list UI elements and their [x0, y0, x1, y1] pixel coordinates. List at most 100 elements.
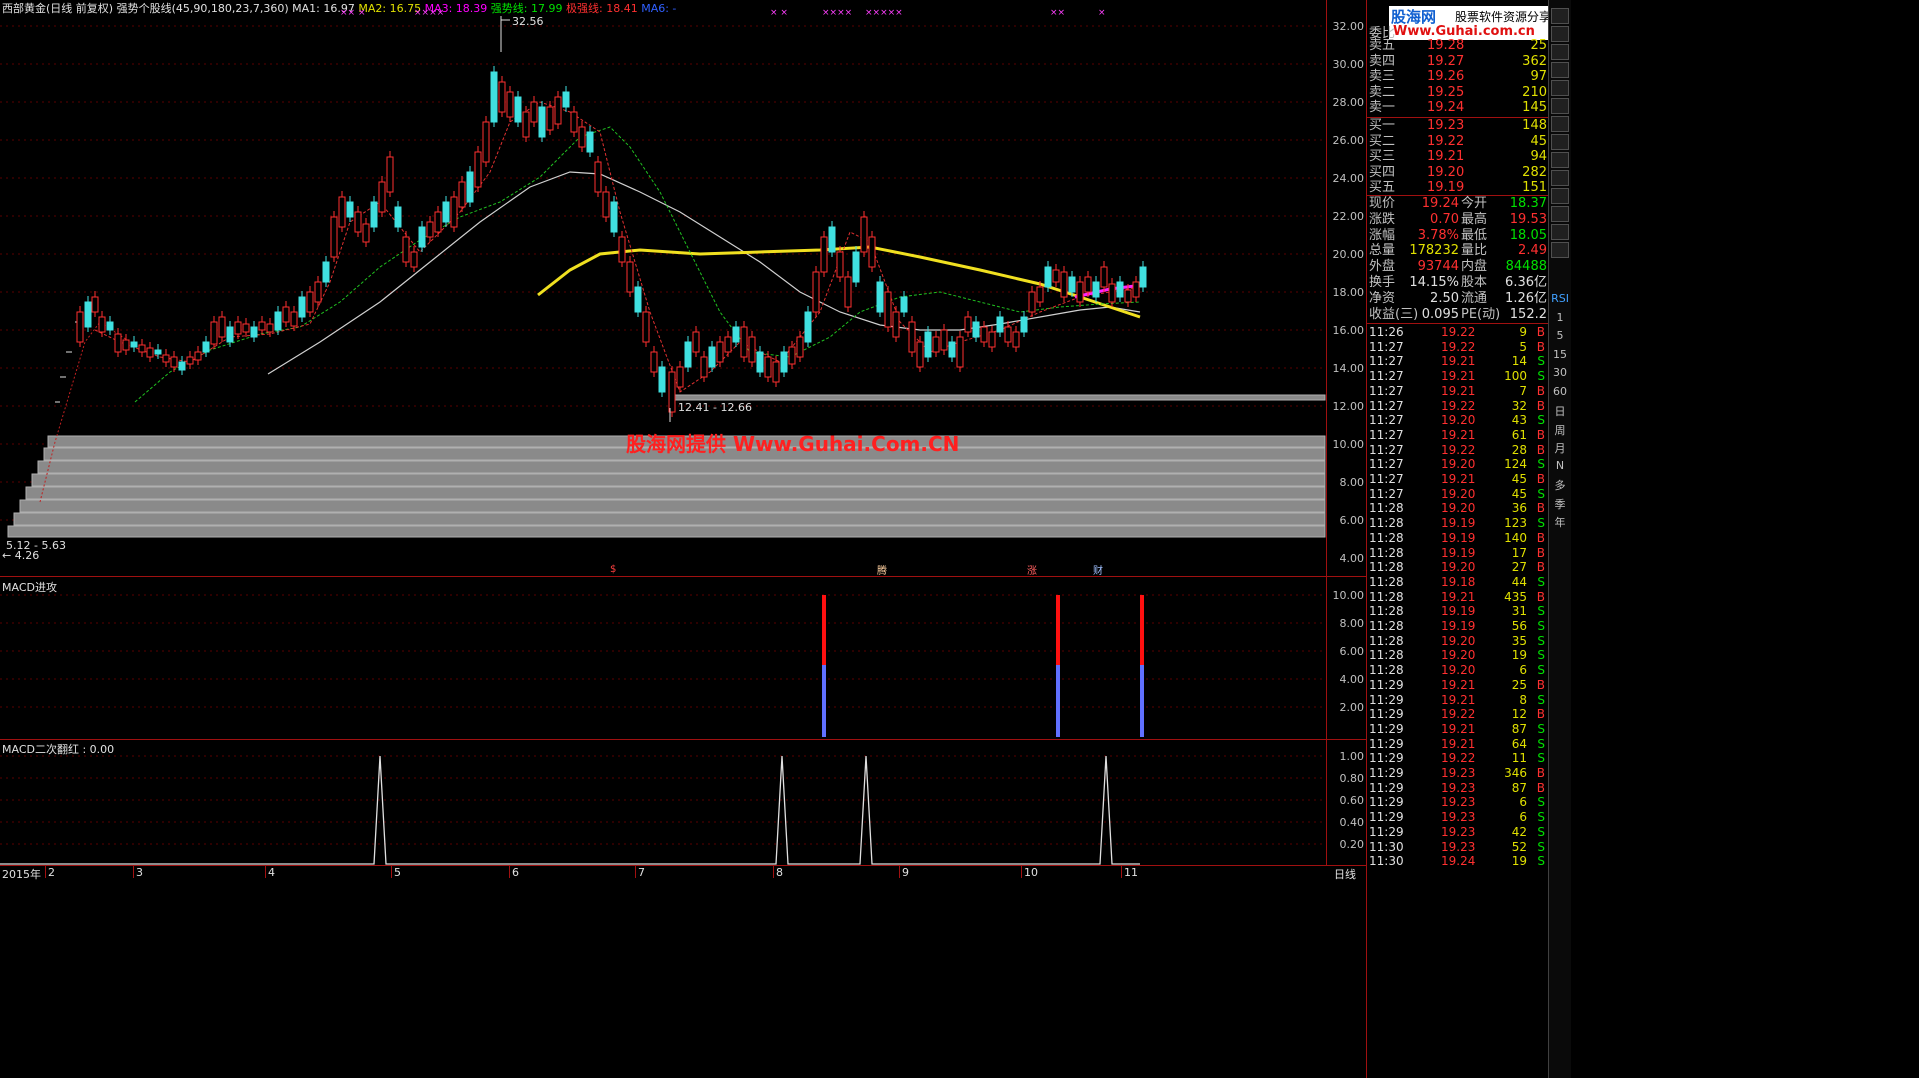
candle-body: [362, 223, 370, 243]
tick-price: 19.21: [1441, 369, 1476, 384]
toolbar-icon[interactable]: [1551, 224, 1569, 240]
candle-body: [290, 311, 298, 327]
toolbar-button[interactable]: N: [1549, 459, 1571, 472]
toolbar-button[interactable]: 多: [1549, 477, 1571, 493]
price-axis-tick: 14.00: [1332, 362, 1365, 375]
tick-price: 19.23: [1441, 780, 1476, 795]
toolbar-icon[interactable]: [1551, 242, 1569, 258]
candle-body: [724, 336, 732, 353]
period-label[interactable]: 日线: [1334, 866, 1356, 882]
tick-time: 11:30: [1369, 854, 1404, 869]
toolbar-icon[interactable]: [1551, 8, 1569, 24]
tick-price: 19.20: [1441, 633, 1476, 648]
month-divider: [509, 866, 510, 878]
toolbar-icon[interactable]: [1551, 188, 1569, 204]
toolbar-button[interactable]: 年: [1549, 514, 1571, 530]
toolbar-icon[interactable]: [1551, 170, 1569, 186]
toolbar-button[interactable]: 周: [1549, 422, 1571, 438]
quote-panel: 股海网 股票软件资源分享 Www.Guhai.com.cn 委比 卖五 19.28…: [1366, 0, 1567, 1078]
tick-price: 19.20: [1441, 457, 1476, 472]
tick-price: 19.19: [1441, 545, 1476, 560]
toolbar-icon[interactable]: [1551, 44, 1569, 60]
toolbar-icon[interactable]: [1551, 152, 1569, 168]
toolbar-button[interactable]: 60: [1549, 385, 1571, 398]
stat-label: 今开: [1461, 196, 1488, 211]
macd-signal-bar: [1056, 595, 1060, 665]
tick-time: 11:29: [1369, 795, 1404, 810]
candle-body: [218, 316, 226, 338]
toolbar-button[interactable]: 季: [1549, 496, 1571, 512]
toolbar-icon[interactable]: [1551, 98, 1569, 114]
tick-price: 19.21: [1441, 472, 1476, 486]
month-label: 2: [48, 866, 55, 879]
tick-side: B: [1536, 589, 1545, 604]
event-marker[interactable]: 财: [1093, 562, 1103, 577]
candle-body: [242, 323, 250, 333]
tick-row: 11:30 19.24 19 S: [1367, 854, 1549, 868]
toolbar-icon[interactable]: [1551, 26, 1569, 42]
tick-time: 11:29: [1369, 766, 1404, 780]
candle-body: [586, 131, 594, 153]
tick-row: 11:28 19.20 19 S: [1367, 648, 1549, 662]
candle-body: [562, 91, 570, 108]
tick-row: 11:29 19.23 6 S: [1367, 810, 1549, 824]
candle-body: [924, 331, 932, 358]
tick-side: S: [1537, 854, 1545, 869]
ask-row: 卖二 19.25 210: [1367, 85, 1549, 101]
month-label: 9: [902, 866, 909, 879]
stat-label: 净资: [1369, 290, 1396, 306]
candle-body: [146, 347, 154, 358]
tick-price: 19.20: [1441, 486, 1476, 501]
toolbar-button[interactable]: 5: [1549, 329, 1571, 342]
candle-body: [266, 323, 274, 333]
tick-time: 11:28: [1369, 545, 1404, 560]
tick-volume: 45: [1511, 486, 1527, 501]
stat-value: 2.49: [1518, 243, 1547, 259]
tick-side: S: [1537, 736, 1545, 751]
tick-price: 19.19: [1441, 619, 1476, 633]
toolbar-icon[interactable]: [1551, 206, 1569, 222]
price-axis-tick: 18.00: [1332, 286, 1365, 299]
toolbar-button[interactable]: RSI: [1549, 292, 1571, 305]
event-marker[interactable]: 腾: [877, 562, 887, 577]
tick-price: 19.19: [1441, 604, 1476, 619]
event-marker[interactable]: 涨: [1027, 562, 1037, 577]
tick-time: 11:27: [1369, 472, 1404, 486]
toolbar-icon[interactable]: [1551, 116, 1569, 132]
tick-time: 11:28: [1369, 516, 1404, 531]
chip-distribution: [7, 394, 1326, 538]
candle-body: [772, 361, 780, 383]
toolbar-icon[interactable]: [1551, 80, 1569, 96]
stat-value: 1.26亿: [1505, 290, 1547, 306]
candle-body: [330, 216, 338, 258]
tick-row: 11:29 19.23 42 S: [1367, 825, 1549, 839]
candle-body: [1068, 276, 1076, 293]
toolbar-button[interactable]: 日: [1549, 403, 1571, 419]
toolbar-icon[interactable]: [1551, 134, 1569, 150]
tick-price: 19.20: [1441, 560, 1476, 575]
stat-value: 19.24: [1421, 196, 1459, 211]
candle-body: [418, 226, 426, 248]
bid-row-price: 19.22: [1427, 133, 1465, 149]
tick-time: 11:28: [1369, 501, 1404, 516]
tick-row: 11:29 19.22 12 B: [1367, 707, 1549, 721]
toolbar-button[interactable]: 1: [1549, 311, 1571, 324]
toolbar-button[interactable]: 月: [1549, 440, 1571, 456]
month-label: 7: [638, 866, 645, 879]
toolbar-icon[interactable]: [1551, 62, 1569, 78]
tick-side: S: [1537, 369, 1545, 384]
candle-body: [274, 311, 282, 331]
tick-side: S: [1537, 516, 1545, 531]
tick-side: B: [1536, 780, 1545, 795]
macd2-line: [0, 755, 1140, 865]
toolbar-button[interactable]: 30: [1549, 366, 1571, 379]
candle-body: [804, 311, 812, 343]
price-axis-tick: 6.00: [1339, 514, 1365, 527]
tick-side: S: [1537, 692, 1545, 707]
candle-body: [860, 216, 868, 253]
toolbar-button[interactable]: 15: [1549, 348, 1571, 361]
macd2-axis: 1.00 0.80 0.60 0.40 0.20: [1326, 740, 1366, 865]
candle-body: [298, 296, 306, 318]
price-axis-tick: 16.00: [1332, 324, 1365, 337]
event-marker[interactable]: $: [610, 564, 616, 575]
